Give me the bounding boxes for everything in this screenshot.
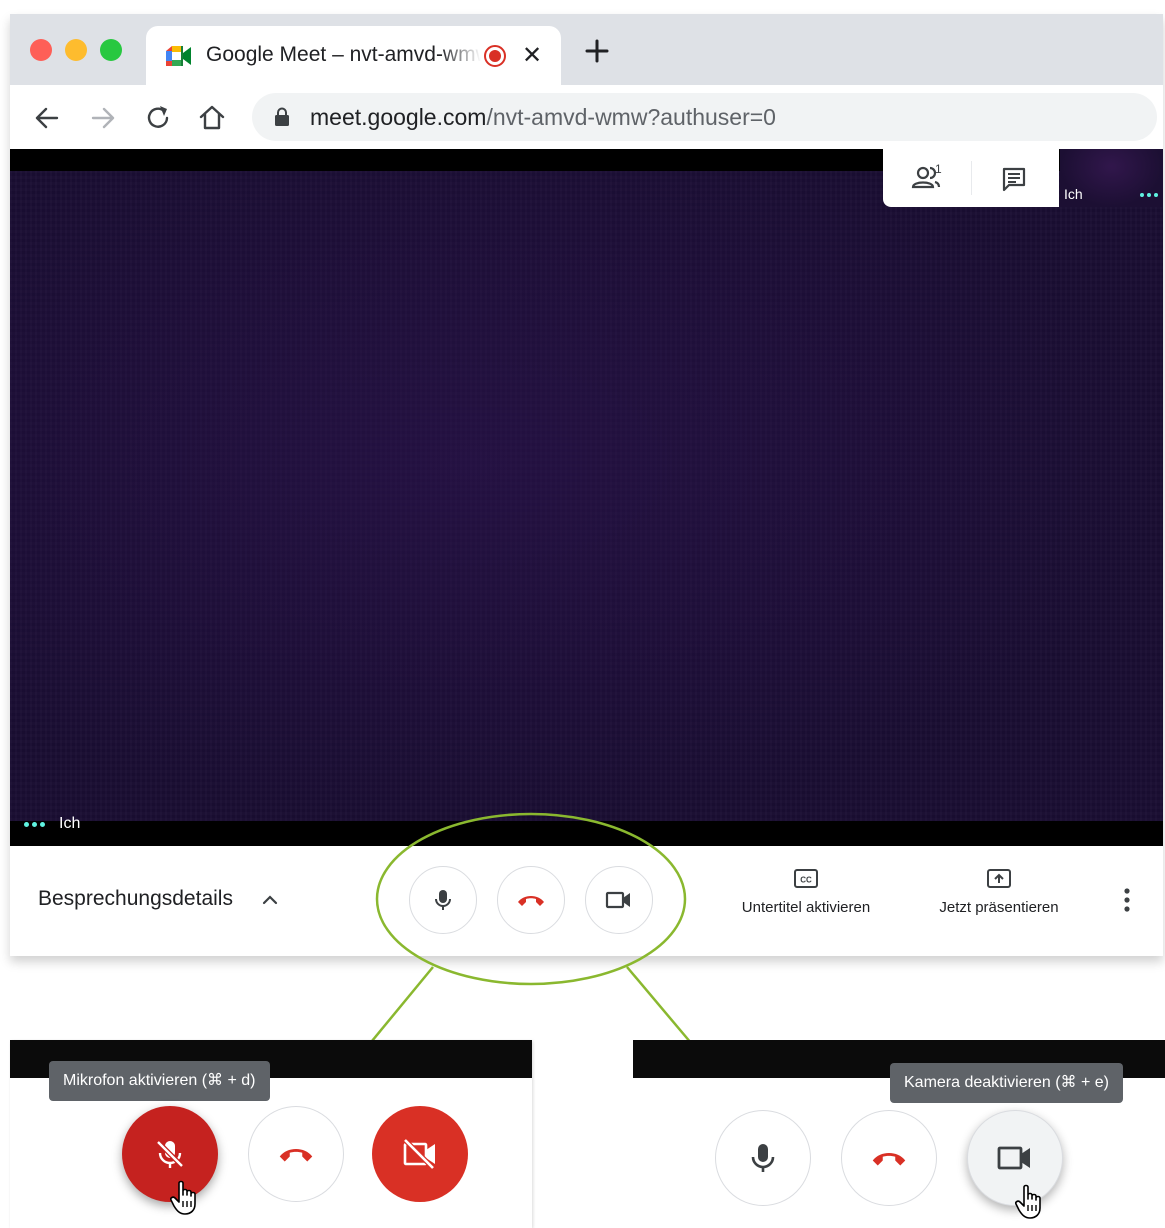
people-count: 1 — [935, 162, 942, 176]
new-tab-icon[interactable] — [582, 36, 612, 66]
tab-title: Google Meet – nvt-amvd-wmw — [206, 43, 481, 66]
people-icon[interactable] — [909, 163, 949, 193]
url-text: meet.google.com/nvt-amvd-wmw?authuser=0 — [310, 104, 776, 131]
recording-icon — [484, 45, 506, 67]
zoom-panel-muted: Mikrofon aktivieren (⌘ + d) — [10, 1040, 532, 1228]
self-thumbnail[interactable]: Ich — [1060, 149, 1163, 207]
more-options-icon[interactable] — [1116, 886, 1138, 914]
present-now-button[interactable]: Jetzt präsentieren — [924, 868, 1074, 916]
captions-button[interactable]: CC Untertitel aktivieren — [726, 868, 886, 916]
camera-button[interactable] — [585, 866, 653, 934]
captions-label: Untertitel aktivieren — [741, 899, 871, 916]
main-video-name: Ich — [59, 815, 81, 832]
tab-close-icon[interactable]: ✕ — [522, 43, 542, 69]
reload-icon[interactable] — [143, 103, 173, 133]
close-window-button[interactable] — [30, 39, 52, 61]
svg-text:CC: CC — [800, 876, 812, 885]
zoom-panel-camera-hover: Kamera deaktivieren (⌘ + e) — [633, 1040, 1165, 1228]
closed-captions-icon: CC — [794, 869, 818, 888]
maximize-window-button[interactable] — [100, 39, 122, 61]
main-video-name-tag: Ich — [24, 813, 80, 835]
chevron-up-icon[interactable] — [260, 890, 280, 910]
hang-up-icon — [279, 1149, 313, 1162]
present-now-label: Jetzt präsentieren — [939, 899, 1059, 916]
hang-up-icon — [518, 896, 544, 906]
microphone-icon — [751, 1144, 775, 1172]
meet-stage: Ich 1 Ich Besprechungsdetails CC Unterti… — [10, 149, 1163, 956]
hang-up-icon — [872, 1153, 906, 1166]
back-arrow-icon[interactable] — [32, 103, 62, 133]
tooltip-camera-off: Kamera deaktivieren (⌘ + e) — [890, 1063, 1123, 1103]
hang-up-button-large[interactable] — [248, 1106, 344, 1202]
hang-up-button-large[interactable] — [841, 1110, 937, 1206]
chat-icon[interactable] — [1000, 165, 1028, 193]
microphone-off-icon — [156, 1140, 184, 1168]
minimize-window-button[interactable] — [65, 39, 87, 61]
url-host: meet.google.com — [310, 104, 487, 130]
audio-activity-icon — [24, 821, 45, 827]
url-path: /nvt-amvd-wmw?authuser=0 — [486, 104, 776, 130]
home-icon[interactable] — [197, 103, 227, 133]
lock-icon — [275, 107, 289, 126]
hand-cursor-icon — [1015, 1184, 1041, 1219]
forward-arrow-icon[interactable] — [88, 103, 118, 133]
microphone-icon — [435, 890, 451, 910]
tab-google-meet[interactable]: Google Meet – nvt-amvd-wmw ✕ — [146, 26, 561, 85]
hang-up-button[interactable] — [497, 866, 565, 934]
video-camera-icon — [605, 891, 630, 909]
thumbnail-audio-icon — [1140, 193, 1158, 197]
video-camera-off-icon — [403, 1138, 435, 1170]
hand-cursor-icon — [170, 1180, 196, 1215]
microphone-button[interactable] — [409, 866, 477, 934]
thumbnail-name: Ich — [1064, 186, 1083, 202]
tooltip-unmute: Mikrofon aktivieren (⌘ + d) — [49, 1061, 270, 1101]
address-bar[interactable]: meet.google.com/nvt-amvd-wmw?authuser=0 — [252, 93, 1157, 141]
meeting-details-label[interactable]: Besprechungsdetails — [38, 887, 233, 911]
video-camera-icon — [997, 1146, 1030, 1170]
camera-off-button[interactable] — [372, 1106, 468, 1202]
meet-logo-icon — [166, 46, 191, 66]
main-video-tile — [10, 171, 1163, 821]
top-right-panel: 1 — [883, 149, 1059, 207]
browser-window: Google Meet – nvt-amvd-wmw ✕ meet.google… — [10, 14, 1163, 956]
tab-strip: Google Meet – nvt-amvd-wmw ✕ — [10, 14, 1163, 85]
panel-divider — [971, 161, 972, 195]
present-screen-icon — [987, 869, 1011, 888]
browser-toolbar: meet.google.com/nvt-amvd-wmw?authuser=0 — [10, 85, 1163, 149]
microphone-button-large[interactable] — [715, 1110, 811, 1206]
control-bar: Besprechungsdetails CC Untertitel aktivi… — [10, 846, 1163, 956]
